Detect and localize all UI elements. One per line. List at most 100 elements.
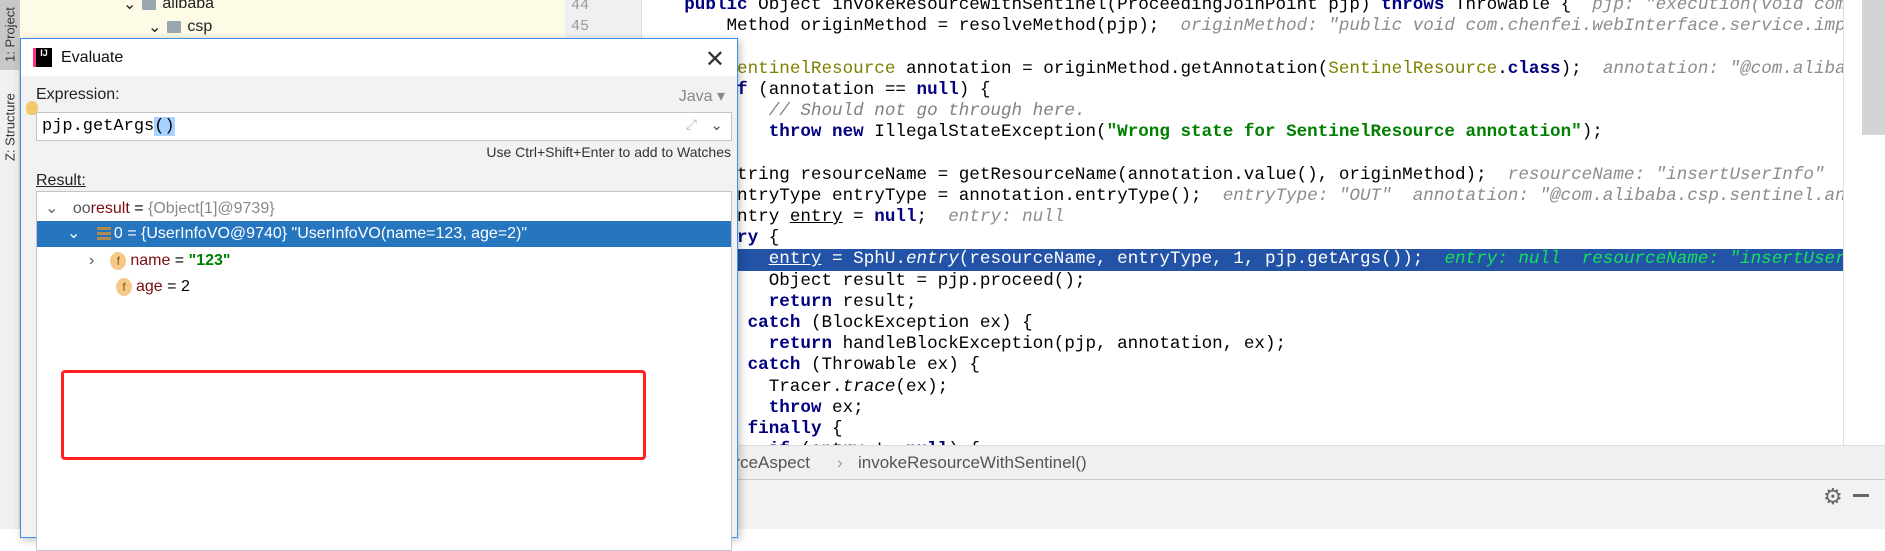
var-value: "123" <box>188 252 231 269</box>
chevron-right-icon[interactable]: › <box>89 252 94 269</box>
var-name: age <box>136 278 163 295</box>
expression-label: Expression: <box>36 86 120 103</box>
code-line[interactable]: throw ex; <box>642 398 1843 419</box>
code-line[interactable]: return handleBlockException(pjp, annotat… <box>642 334 1843 355</box>
code-token: return <box>768 291 833 312</box>
tree-node-alibaba[interactable]: ⌄ alibaba <box>123 0 214 14</box>
minimize-icon[interactable] <box>1853 494 1869 497</box>
code-token: ); <box>1560 58 1603 79</box>
result-label: Result: <box>36 172 86 189</box>
code-editor[interactable]: public Object invokeResourceWithSentinel… <box>642 0 1843 445</box>
code-token: . <box>1497 58 1508 79</box>
tree-row-name[interactable]: › f name = "123" <box>37 248 731 274</box>
dialog-title-bar[interactable]: IJ Evaluate ✕ <box>21 39 737 76</box>
code-line[interactable]: Method originMethod = resolveMethod(pjp)… <box>642 16 1843 37</box>
code-line[interactable]: String resourceName = getResourceName(an… <box>642 165 1843 186</box>
code-line[interactable]: Object result = pjp.proceed(); <box>642 271 1843 292</box>
var-name: 0 <box>113 225 123 242</box>
code-line[interactable]: Tracer.trace(ex); <box>642 377 1843 398</box>
chevron-down-icon[interactable]: ⌄ <box>45 200 58 217</box>
code-line[interactable]: } catch (BlockException ex) { <box>642 313 1843 334</box>
code-token: String resourceName = getResourceName(an… <box>642 164 1508 185</box>
breadcrumb-separator: › <box>837 453 843 472</box>
code-token: throws <box>1381 0 1445 15</box>
code-token: entry <box>768 249 822 270</box>
code-token: return <box>768 334 833 355</box>
code-token: annotation = originMethod.getAnnotation( <box>895 58 1329 79</box>
project-tab-label: 1: Project <box>2 7 18 63</box>
intellij-logo-icon: IJ <box>33 48 52 67</box>
var-name: result <box>90 200 130 217</box>
code-token: ex; <box>821 397 864 418</box>
expression-input[interactable]: pjp.getArgs() ⤢ ⌄ <box>36 112 732 141</box>
watches-hint: Use Ctrl+Shift+Enter to add to Watches <box>486 144 731 160</box>
code-token: throw <box>768 397 822 418</box>
code-token: (annotation == <box>747 79 917 100</box>
code-token: Object invokeResourceWithSentinel(Procee… <box>747 0 1382 15</box>
inline-debug-value: pjp: "execution(void com.chenfei.webInte… <box>1592 0 1843 15</box>
code-token: (Throwable ex) { <box>800 355 980 376</box>
code-token: ) { <box>958 79 991 100</box>
close-icon[interactable]: ✕ <box>705 45 725 74</box>
code-line[interactable]: try { <box>642 228 1843 249</box>
code-token: (BlockException ex) { <box>800 313 1033 333</box>
field-icon: f <box>110 251 127 270</box>
var-value: {UserInfoVO@9740} "UserInfoVO(name=123, … <box>141 225 528 242</box>
tree-node-label: csp <box>187 18 213 35</box>
chevron-down-icon[interactable]: ⌄ <box>123 0 136 14</box>
structure-tab-label: Z: Structure <box>2 93 18 162</box>
language-dropdown[interactable]: Java ▾ <box>679 86 725 106</box>
tree-row-age[interactable]: f age = 2 <box>37 274 731 300</box>
expression-text: pjp.getArgs <box>42 117 155 136</box>
package-icon <box>142 0 157 10</box>
code-token: public <box>684 0 748 15</box>
line-number: 44 <box>571 0 590 14</box>
code-line[interactable]: public Object invokeResourceWithSentinel… <box>642 0 1843 16</box>
code-line[interactable] <box>642 37 1843 58</box>
code-token: null <box>874 207 917 227</box>
code-line[interactable]: // Should not go through here. <box>642 101 1843 122</box>
right-margin-guide <box>1843 0 1844 445</box>
highlight-annotation-box <box>61 370 646 460</box>
breadcrumb: SentinelResourceAspect › invokeResourceW… <box>565 445 1885 480</box>
history-dropdown-icon[interactable]: ⌄ <box>710 113 723 140</box>
code-line[interactable]: SentinelResource annotation = originMeth… <box>642 59 1843 80</box>
code-line[interactable]: throw new IllegalStateException("Wrong s… <box>642 122 1843 143</box>
execution-point-line[interactable]: entry = SphU.entry(resourceName, entryTy… <box>642 249 1843 271</box>
tree-node-csp[interactable]: ⌄ csp <box>148 17 212 37</box>
chevron-down-icon[interactable]: ⌄ <box>148 17 161 37</box>
inline-debug-value: annotation: "@com.alibaba.csp.sentinel <box>1602 58 1843 79</box>
code-token: finally <box>747 419 822 439</box>
code-line[interactable]: return result; <box>642 292 1843 313</box>
inline-debug-value: resourceName: "insertUserInfo" originMet… <box>1507 164 1825 185</box>
project-tab[interactable]: 1: Project <box>0 0 20 70</box>
expand-icon[interactable]: ⤢ <box>686 113 697 140</box>
watch-glasses-icon: oo <box>72 200 91 217</box>
code-line[interactable]: EntryType entryType = annotation.entryTy… <box>642 186 1843 207</box>
code-token: "Wrong state for SentinelResource annota… <box>1106 122 1582 143</box>
equals-sign: = <box>129 200 149 217</box>
code-token: SentinelResource <box>1328 58 1498 79</box>
tree-row-item-0[interactable]: ⌄ 0 = {UserInfoVO@9740} "UserInfoVO(name… <box>37 221 731 247</box>
vertical-scrollbar[interactable] <box>1862 0 1885 135</box>
result-tree[interactable]: ⌄ ooresult = {Object[1]@9739} ⌄ 0 = {Use… <box>36 191 732 551</box>
equals-sign: = <box>162 278 181 295</box>
gear-icon[interactable]: ⚙ <box>1823 484 1843 510</box>
code-token: // Should not go through here. <box>768 101 1086 121</box>
field-icon: f <box>116 277 132 296</box>
code-line[interactable]: } finally { <box>642 419 1843 440</box>
var-value: {Object[1]@9739} <box>148 200 275 217</box>
tree-row-result[interactable]: ⌄ ooresult = {Object[1]@9739} <box>37 196 731 222</box>
inline-debug-value: originMethod: "public void com.chenfei.w… <box>1180 16 1843 37</box>
equals-sign: = <box>170 252 189 269</box>
structure-tab[interactable]: Z: Structure <box>0 80 20 175</box>
breadcrumb-method[interactable]: invokeResourceWithSentinel() <box>858 446 1087 480</box>
chevron-down-icon[interactable]: ⌄ <box>67 225 80 242</box>
code-line[interactable]: if (annotation == null) { <box>642 80 1843 101</box>
expression-selection: () <box>154 117 175 136</box>
code-token: entry <box>789 207 843 227</box>
code-line[interactable]: } catch (Throwable ex) { <box>642 355 1843 376</box>
code-line[interactable]: Entry entry = null; entry: null <box>642 207 1843 228</box>
code-line[interactable]: } <box>642 143 1843 164</box>
